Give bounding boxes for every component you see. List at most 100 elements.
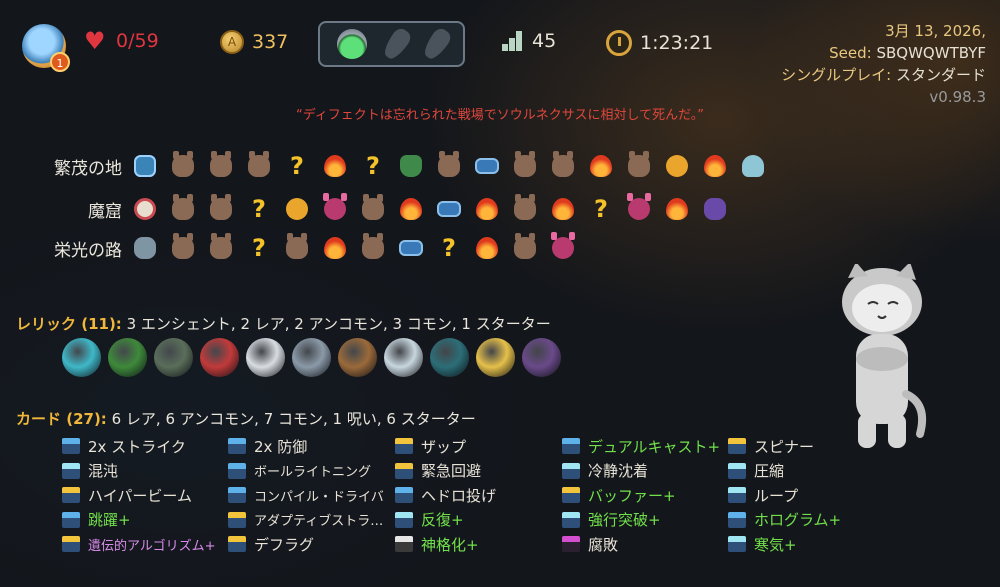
card-item[interactable]: バッファー+ <box>562 483 732 508</box>
elite-node-icon[interactable] <box>548 232 578 263</box>
relic-list <box>62 338 561 377</box>
card-item[interactable]: ザップ <box>395 434 565 459</box>
rest-node-icon[interactable] <box>548 194 578 224</box>
green-potion-icon[interactable] <box>336 29 367 59</box>
monster-node-icon[interactable] <box>510 151 540 181</box>
monster-node-icon[interactable] <box>434 151 464 181</box>
floor-display: 45 <box>502 30 556 52</box>
enemyboss-node-icon[interactable] <box>700 194 730 224</box>
monster-node-icon[interactable] <box>244 151 274 181</box>
monster-node-icon[interactable] <box>206 233 236 263</box>
seed-value: SBQWQWTBYF <box>876 44 986 62</box>
rest-node-icon[interactable] <box>700 151 730 181</box>
empty-potion-slot-icon[interactable] <box>420 25 454 63</box>
monster-node-icon[interactable] <box>282 233 312 263</box>
card-item[interactable]: 緊急回避 <box>395 459 565 484</box>
card-item[interactable]: 跳躍+ <box>62 508 232 533</box>
treasure-node-icon[interactable] <box>472 151 502 181</box>
cyan-orb-relic-icon[interactable] <box>62 338 101 377</box>
card-item[interactable]: ループ <box>728 483 898 508</box>
treasure-node-icon[interactable] <box>434 194 464 224</box>
card-item[interactable]: 2x 防御 <box>228 434 398 459</box>
unknown-node-icon[interactable]: ? <box>244 194 274 224</box>
card-item[interactable]: 神格化+ <box>395 532 565 557</box>
card-item[interactable]: 反復+ <box>395 508 565 533</box>
card-name: 冷静沈着 <box>588 462 649 481</box>
rest-node-icon[interactable] <box>472 194 502 224</box>
elite-node-icon[interactable] <box>320 193 350 224</box>
card-item[interactable]: コンパイル・ドライバ <box>228 483 398 508</box>
boss2-node-icon[interactable] <box>130 194 160 224</box>
power-card-icon <box>728 462 746 479</box>
monster-node-icon[interactable] <box>510 233 540 263</box>
skill-card-icon <box>62 487 80 504</box>
rest-node-icon[interactable] <box>662 194 692 224</box>
treasure-node-icon[interactable] <box>396 233 426 263</box>
monster-node-icon[interactable] <box>358 233 388 263</box>
empty-potion-slot-icon[interactable] <box>380 25 415 63</box>
power-card-icon <box>728 487 746 504</box>
spinning-top-relic-icon[interactable] <box>292 338 331 377</box>
unknown-node-icon[interactable]: ? <box>358 151 388 181</box>
rest-node-icon[interactable] <box>586 151 616 181</box>
boss-node-icon[interactable] <box>130 151 160 181</box>
monster-node-icon[interactable] <box>168 151 198 181</box>
card-name: 強行突破+ <box>588 511 661 530</box>
unknown-node-icon[interactable]: ? <box>434 233 464 263</box>
boss3-node-icon[interactable] <box>130 233 160 263</box>
card-item[interactable]: 混沌 <box>62 459 232 484</box>
card-name: スピナー <box>754 437 815 456</box>
card-item[interactable]: ボールライトニング <box>228 459 398 484</box>
card-item[interactable]: 圧縮 <box>728 459 898 484</box>
monster-node-icon[interactable] <box>168 194 198 224</box>
floor-value: 45 <box>532 30 557 52</box>
pocket-watch-relic-icon[interactable] <box>384 338 423 377</box>
card-item[interactable]: ホログラム+ <box>728 508 898 533</box>
treasure-chest-relic-icon[interactable] <box>430 338 469 377</box>
monster-node-icon[interactable] <box>206 151 236 181</box>
unknown-node-icon[interactable]: ? <box>586 194 616 224</box>
finalboss-node-icon[interactable] <box>738 151 768 181</box>
card-name: ハイパービーム <box>88 486 192 505</box>
card-item[interactable]: デュアルキャスト+ <box>562 434 732 459</box>
character-portrait-icon[interactable]: 1 <box>22 24 70 72</box>
teapot-relic-icon[interactable] <box>154 338 193 377</box>
unknown-node-icon[interactable]: ? <box>244 233 274 263</box>
shop-node-icon[interactable] <box>396 151 426 181</box>
monster-node-icon[interactable] <box>548 151 578 181</box>
monster-node-icon[interactable] <box>624 151 654 181</box>
rest-node-icon[interactable] <box>472 233 502 263</box>
card-item[interactable]: 腐敗 <box>562 532 732 557</box>
leaf-bundle-relic-icon[interactable] <box>108 338 147 377</box>
monster-node-icon[interactable] <box>510 194 540 224</box>
rest-node-icon[interactable] <box>396 194 426 224</box>
event-node-icon[interactable] <box>662 151 692 181</box>
golden-horn-relic-icon[interactable] <box>476 338 515 377</box>
unknown-node-icon[interactable]: ? <box>282 151 312 181</box>
card-name: アダプティブストラ… <box>254 514 384 530</box>
monster-node-icon[interactable] <box>206 194 236 224</box>
card-column: デュアルキャスト+ 冷静沈着バッファー+ 強行突破+ 腐敗 <box>562 434 732 557</box>
purple-jewel-relic-icon[interactable] <box>522 338 561 377</box>
gold-value: 337 <box>252 31 289 53</box>
skill-card-icon <box>228 536 246 553</box>
card-item[interactable]: ヘドロ投げ <box>395 483 565 508</box>
card-item[interactable]: アダプティブストラ… <box>228 508 398 533</box>
lipstick-relic-icon[interactable] <box>200 338 239 377</box>
rest-node-icon[interactable] <box>320 151 350 181</box>
rest-node-icon[interactable] <box>320 233 350 263</box>
card-item[interactable]: 2x ストライク <box>62 434 232 459</box>
event-node-icon[interactable] <box>282 194 312 224</box>
monster-node-icon[interactable] <box>358 194 388 224</box>
wooden-post-relic-icon[interactable] <box>338 338 377 377</box>
card-item[interactable]: 強行突破+ <box>562 508 732 533</box>
card-item[interactable]: 寒気+ <box>728 532 898 557</box>
card-item[interactable]: 遺伝的アルゴリズム+ <box>62 532 232 557</box>
card-item[interactable]: デフラグ <box>228 532 398 557</box>
elite-node-icon[interactable] <box>624 193 654 224</box>
card-item[interactable]: 冷静沈着 <box>562 459 732 484</box>
seed-label: Seed: <box>829 44 872 62</box>
monster-node-icon[interactable] <box>168 233 198 263</box>
white-egg-relic-icon[interactable] <box>246 338 285 377</box>
card-item[interactable]: ハイパービーム <box>62 483 232 508</box>
